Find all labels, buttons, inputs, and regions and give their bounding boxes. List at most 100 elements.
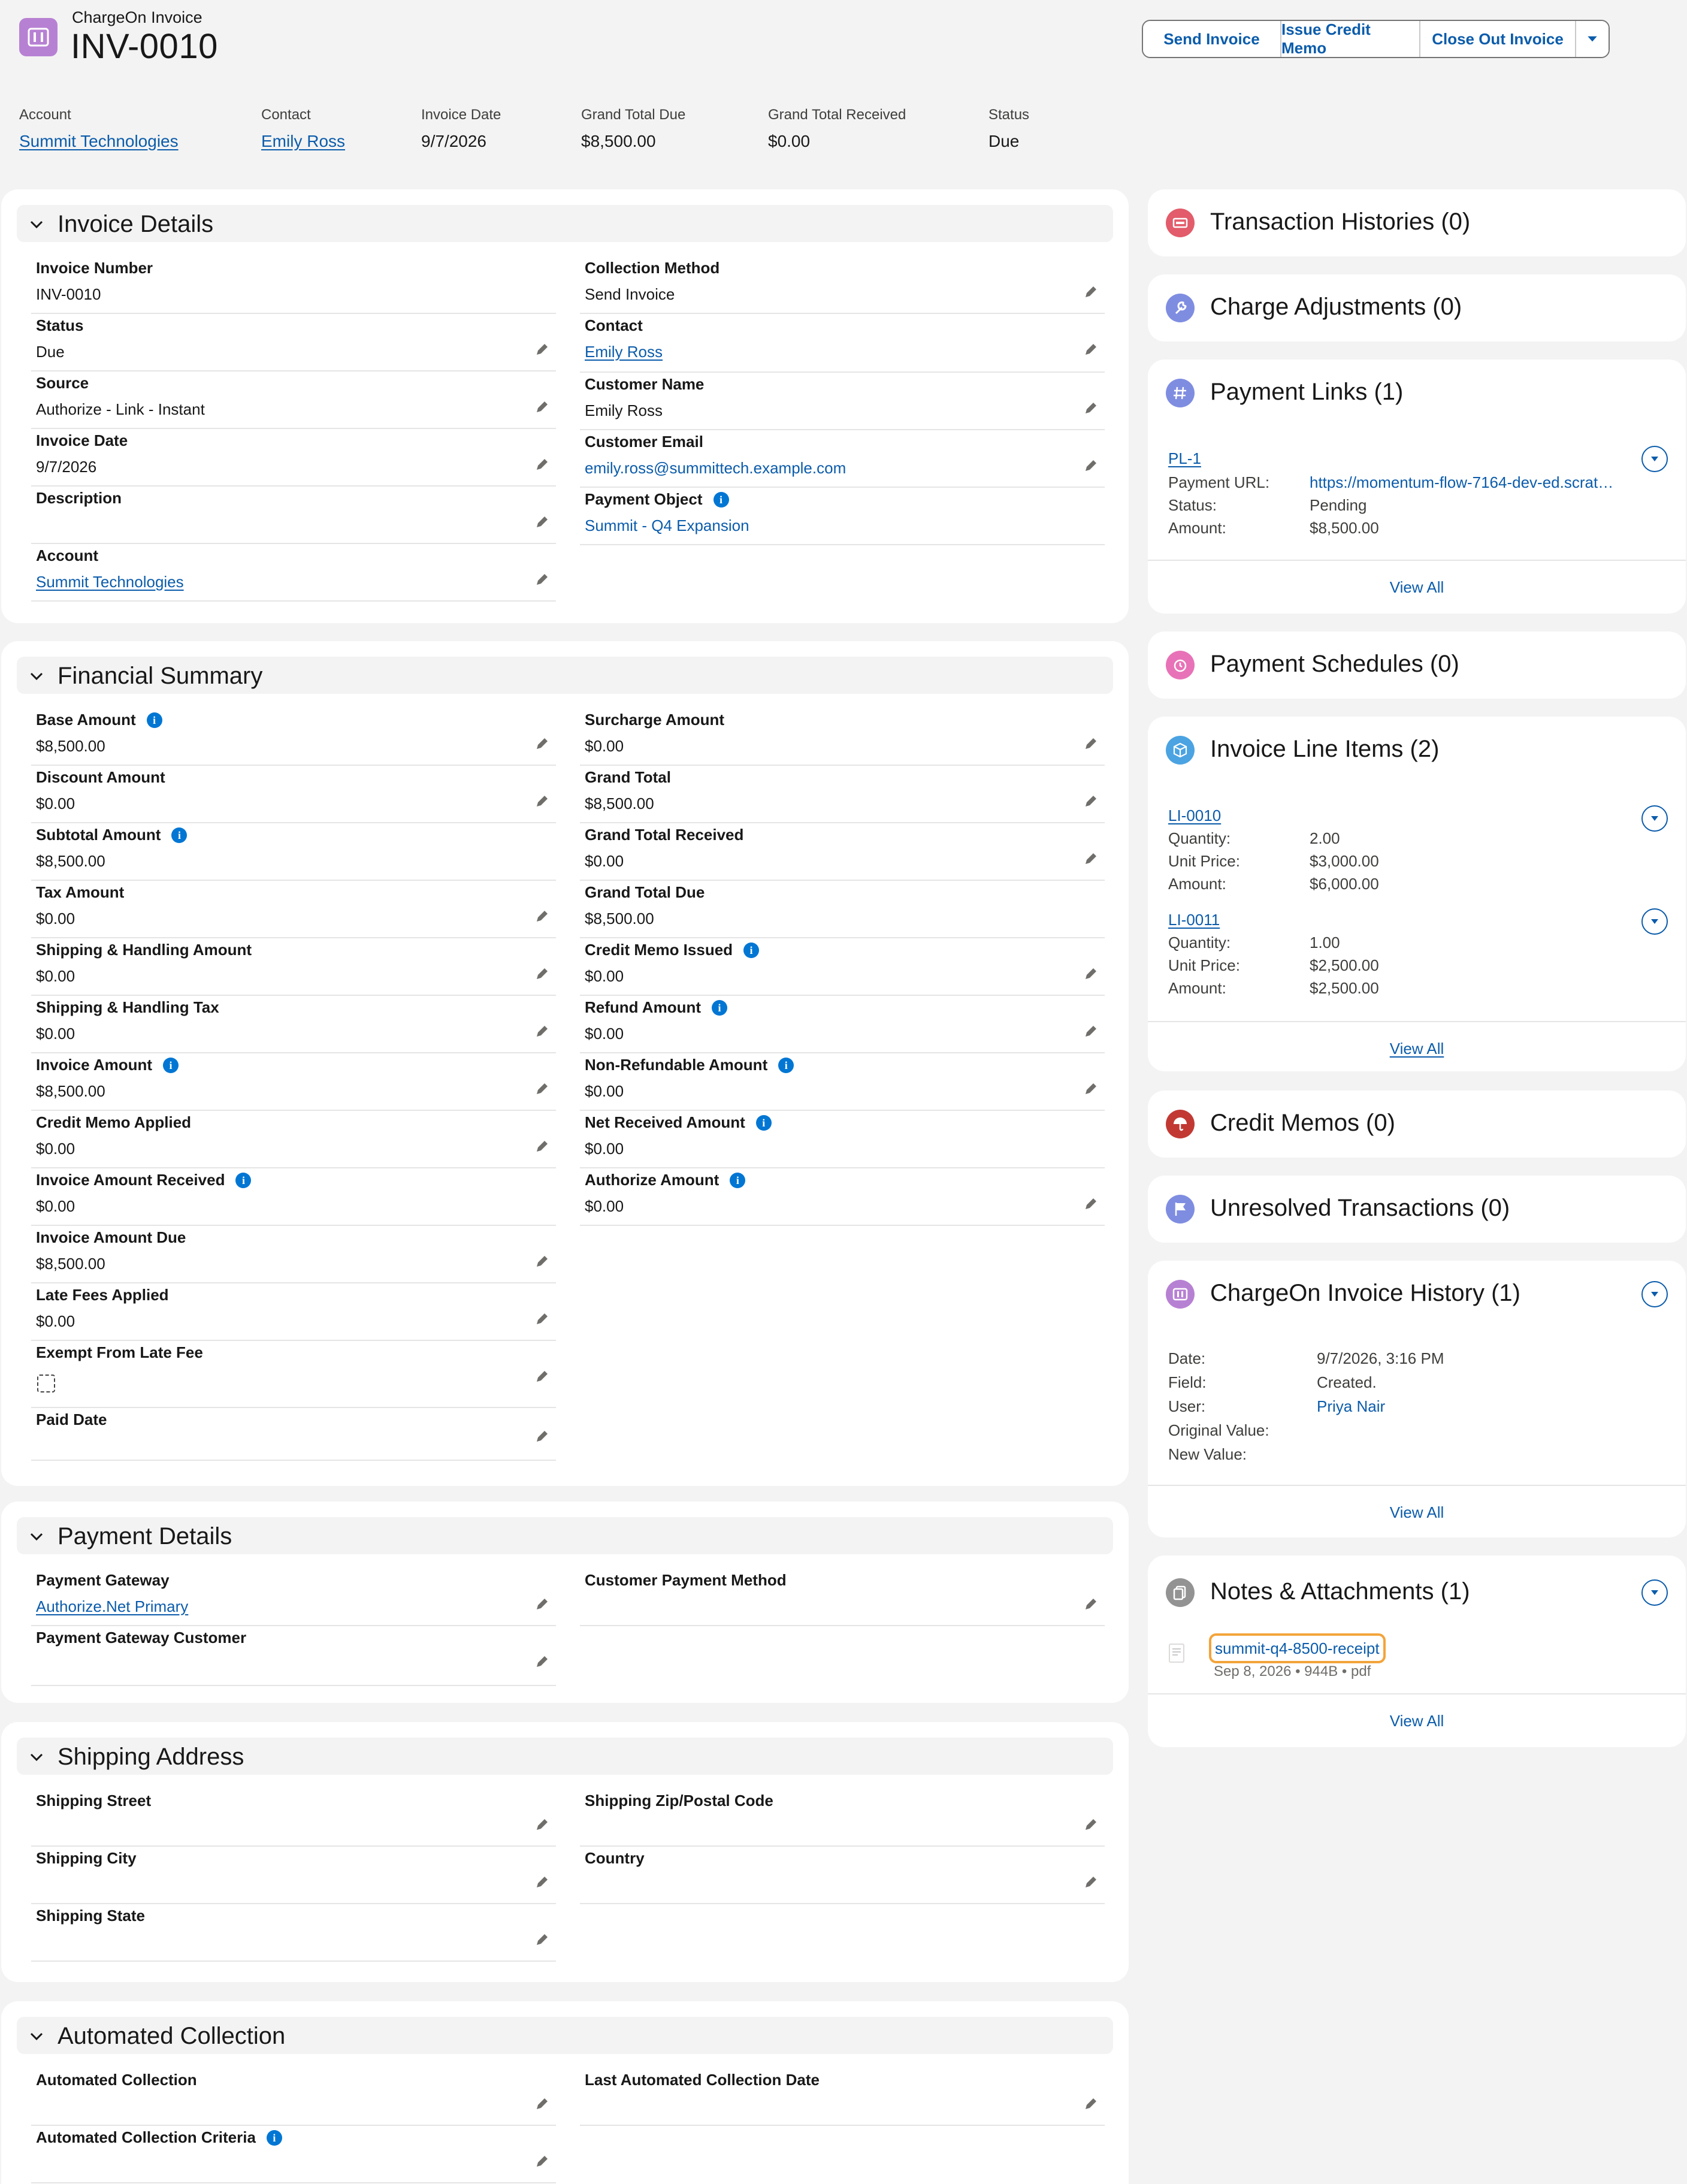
edit-pencil-icon[interactable] bbox=[1083, 736, 1099, 751]
financial-summary-section-header[interactable]: Financial Summary bbox=[17, 657, 1113, 694]
related-list-title[interactable]: Credit Memos (0) bbox=[1210, 1110, 1395, 1137]
more-actions-button[interactable] bbox=[1576, 21, 1609, 57]
edit-pencil-icon[interactable] bbox=[1083, 1817, 1099, 1832]
view-all-link[interactable]: View All bbox=[1148, 1485, 1686, 1537]
info-icon[interactable]: i bbox=[171, 827, 188, 843]
invoice-details-section-header[interactable]: Invoice Details bbox=[17, 205, 1113, 242]
info-icon[interactable]: i bbox=[713, 492, 729, 508]
edit-pencil-icon[interactable] bbox=[534, 1654, 550, 1669]
edit-pencil-icon[interactable] bbox=[534, 1874, 550, 1890]
info-icon[interactable]: i bbox=[266, 2130, 282, 2146]
edit-pencil-icon[interactable] bbox=[534, 572, 550, 587]
edit-pencil-icon[interactable] bbox=[1083, 966, 1099, 981]
field-grand-total-received: Grand Total Received $0.00 bbox=[580, 826, 1105, 881]
record-header: ChargeOn Invoice INV-0010 Send Invoice I… bbox=[0, 0, 1687, 174]
history-user-link[interactable]: Priya Nair bbox=[1317, 1397, 1385, 1416]
edit-pencil-icon[interactable] bbox=[534, 966, 550, 981]
issue-credit-memo-button[interactable]: Issue Credit Memo bbox=[1281, 21, 1420, 57]
view-all-link[interactable]: View All bbox=[1148, 1693, 1686, 1746]
payment-gateway-link[interactable]: Authorize.Net Primary bbox=[36, 1597, 188, 1616]
payment-url-link[interactable]: https://momentum-flow-7164-dev-ed.scrat… bbox=[1310, 473, 1613, 492]
line-item-record[interactable]: LI-0010 bbox=[1168, 806, 1221, 825]
automated-collection-section-header[interactable]: Automated Collection bbox=[17, 2017, 1113, 2054]
chevron-down-icon bbox=[30, 1753, 43, 1762]
related-list-title[interactable]: ChargeOn Invoice History (1) bbox=[1210, 1280, 1520, 1307]
info-icon[interactable]: i bbox=[712, 1000, 727, 1016]
record-actions-dropdown[interactable] bbox=[1641, 805, 1668, 832]
related-list-actions-dropdown[interactable] bbox=[1641, 1579, 1668, 1606]
customer-email-link[interactable]: emily.ross@summittech.example.com bbox=[585, 459, 846, 478]
edit-pencil-icon[interactable] bbox=[534, 1253, 550, 1269]
info-icon[interactable]: i bbox=[755, 1115, 772, 1131]
field-refund-amount: Refund Amount i $0.00 bbox=[580, 998, 1105, 1053]
related-list-title[interactable]: Transaction Histories (0) bbox=[1210, 209, 1470, 235]
edit-pencil-icon[interactable] bbox=[534, 1932, 550, 1947]
payment-object-link[interactable]: Summit - Q4 Expansion bbox=[585, 516, 749, 535]
related-list-title[interactable]: Invoice Line Items (2) bbox=[1210, 736, 1439, 763]
edit-pencil-icon[interactable] bbox=[534, 736, 550, 751]
field-shipping-street: Shipping Street bbox=[31, 1792, 556, 1847]
info-icon[interactable]: i bbox=[778, 1058, 794, 1073]
attachment-file-link[interactable]: summit-q4-8500-receipt bbox=[1209, 1633, 1386, 1663]
line-item-record[interactable]: LI-0011 bbox=[1168, 911, 1220, 929]
field-surcharge-amount: Surcharge Amount $0.00 bbox=[580, 711, 1105, 766]
related-list-title[interactable]: Notes & Attachments (1) bbox=[1210, 1578, 1470, 1605]
view-all-link[interactable]: View All bbox=[1148, 1021, 1686, 1074]
edit-pencil-icon[interactable] bbox=[1083, 284, 1099, 300]
send-invoice-button[interactable]: Send Invoice bbox=[1143, 21, 1281, 57]
edit-pencil-icon[interactable] bbox=[534, 908, 550, 924]
related-list-title[interactable]: Payment Links (1) bbox=[1210, 379, 1403, 406]
view-all-link[interactable]: View All bbox=[1148, 560, 1686, 612]
shipping-address-section-header[interactable]: Shipping Address bbox=[17, 1738, 1113, 1775]
edit-pencil-icon[interactable] bbox=[534, 399, 550, 415]
related-list-title[interactable]: Payment Schedules (0) bbox=[1210, 651, 1459, 678]
edit-pencil-icon[interactable] bbox=[1083, 458, 1099, 473]
edit-pencil-icon[interactable] bbox=[534, 1311, 550, 1327]
payment-details-section-header[interactable]: Payment Details bbox=[17, 1517, 1113, 1554]
account-link[interactable]: Summit Technologies bbox=[36, 573, 184, 591]
edit-pencil-icon[interactable] bbox=[1083, 1081, 1099, 1096]
info-icon[interactable]: i bbox=[743, 943, 760, 958]
edit-pencil-icon[interactable] bbox=[1083, 1196, 1099, 1212]
info-icon[interactable]: i bbox=[146, 712, 162, 728]
edit-pencil-icon[interactable] bbox=[1083, 342, 1099, 357]
edit-pencil-icon[interactable] bbox=[1083, 2096, 1099, 2111]
record-actions-dropdown[interactable] bbox=[1641, 908, 1668, 935]
edit-pencil-icon[interactable] bbox=[534, 514, 550, 530]
record-actions-dropdown[interactable] bbox=[1641, 446, 1668, 472]
edit-pencil-icon[interactable] bbox=[534, 342, 550, 357]
exempt-late-fee-checkbox[interactable] bbox=[37, 1375, 55, 1392]
edit-pencil-icon[interactable] bbox=[534, 2096, 550, 2111]
payment-link-record[interactable]: PL-1 bbox=[1168, 449, 1201, 468]
field-customer-payment-method: Customer Payment Method bbox=[580, 1571, 1105, 1626]
edit-pencil-icon[interactable] bbox=[534, 1023, 550, 1039]
edit-pencil-icon[interactable] bbox=[1083, 851, 1099, 866]
info-icon[interactable]: i bbox=[730, 1173, 746, 1188]
related-list-title[interactable]: Charge Adjustments (0) bbox=[1210, 294, 1462, 321]
edit-pencil-icon[interactable] bbox=[534, 1138, 550, 1154]
edit-pencil-icon[interactable] bbox=[1083, 1874, 1099, 1890]
edit-pencil-icon[interactable] bbox=[534, 1817, 550, 1832]
info-icon[interactable]: i bbox=[163, 1058, 179, 1073]
related-list-title[interactable]: Unresolved Transactions (0) bbox=[1210, 1195, 1510, 1222]
edit-pencil-icon[interactable] bbox=[1083, 1596, 1099, 1612]
contact-link[interactable]: Emily Ross bbox=[261, 132, 345, 151]
edit-pencil-icon[interactable] bbox=[534, 1369, 550, 1384]
edit-pencil-icon[interactable] bbox=[534, 1428, 550, 1444]
edit-pencil-icon[interactable] bbox=[534, 2153, 550, 2169]
edit-pencil-icon[interactable] bbox=[534, 457, 550, 472]
info-icon[interactable]: i bbox=[235, 1173, 252, 1188]
field-credit-memo-issued: Credit Memo Issued i $0.00 bbox=[580, 941, 1105, 996]
edit-pencil-icon[interactable] bbox=[534, 1081, 550, 1096]
edit-pencil-icon[interactable] bbox=[1083, 400, 1099, 416]
account-link[interactable]: Summit Technologies bbox=[19, 132, 179, 151]
edit-pencil-icon[interactable] bbox=[1083, 793, 1099, 809]
related-payment-schedules: Payment Schedules (0) bbox=[1148, 632, 1686, 699]
edit-pencil-icon[interactable] bbox=[1083, 1023, 1099, 1039]
invoice-details-card: Invoice Details Invoice Number INV-0010 … bbox=[1, 189, 1129, 623]
related-list-actions-dropdown[interactable] bbox=[1641, 1281, 1668, 1307]
close-out-invoice-button[interactable]: Close Out Invoice bbox=[1420, 21, 1576, 57]
contact-link[interactable]: Emily Ross bbox=[585, 343, 663, 361]
edit-pencil-icon[interactable] bbox=[534, 793, 550, 809]
edit-pencil-icon[interactable] bbox=[534, 1596, 550, 1612]
